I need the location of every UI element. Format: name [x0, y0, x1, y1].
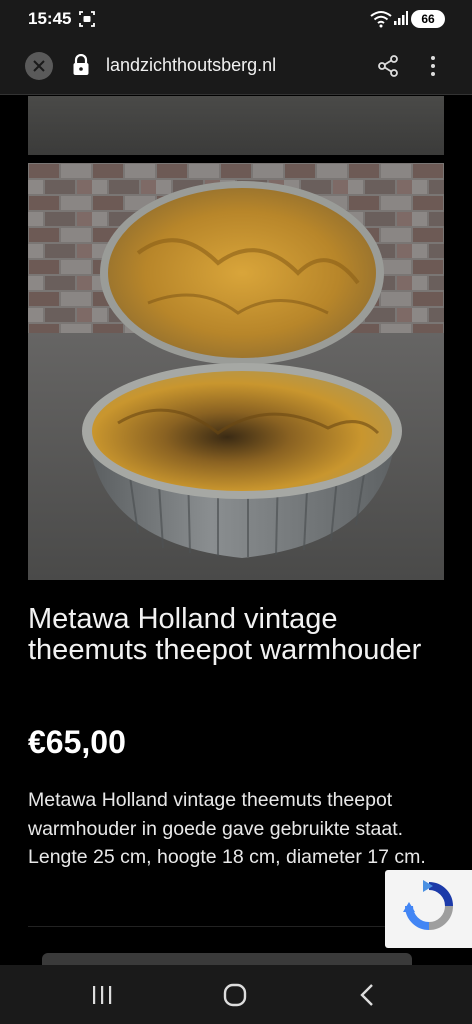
signal-icon — [394, 11, 408, 25]
previous-product-image[interactable] — [28, 96, 444, 155]
home-icon[interactable] — [222, 982, 248, 1008]
product-title: Metawa Holland vintage theemuts theepot … — [28, 603, 422, 666]
divider — [28, 926, 418, 927]
recaptcha-badge[interactable] — [385, 870, 472, 948]
share-icon[interactable] — [376, 54, 400, 78]
close-tab-button[interactable] — [25, 52, 53, 80]
screen: 15:45 66 landzichthoutsberg.nl Metawa Ho… — [0, 0, 472, 1024]
url-field[interactable]: landzichthoutsberg.nl — [106, 55, 276, 76]
status-bar: 15:45 66 — [0, 0, 472, 38]
lock-icon[interactable] — [72, 54, 90, 76]
product-price: €65,00 — [28, 724, 126, 760]
screen-record-icon — [79, 11, 95, 27]
product-image[interactable] — [28, 163, 444, 580]
product-description: Metawa Holland vintage theemuts theepot … — [28, 789, 426, 868]
wifi-icon — [370, 11, 392, 28]
tea-cozy-photo — [28, 163, 444, 580]
recaptcha-icon — [403, 880, 453, 930]
back-icon[interactable] — [356, 983, 378, 1007]
system-nav-bar — [0, 965, 472, 1024]
status-time: 15:45 — [28, 9, 72, 28]
recent-apps-icon[interactable] — [91, 984, 113, 1006]
battery-icon: 66 — [411, 10, 445, 28]
more-vert-icon[interactable] — [424, 54, 442, 78]
browser-toolbar: landzichthoutsberg.nl — [0, 38, 472, 95]
close-icon — [33, 60, 45, 72]
bottom-sheet[interactable] — [42, 953, 412, 965]
